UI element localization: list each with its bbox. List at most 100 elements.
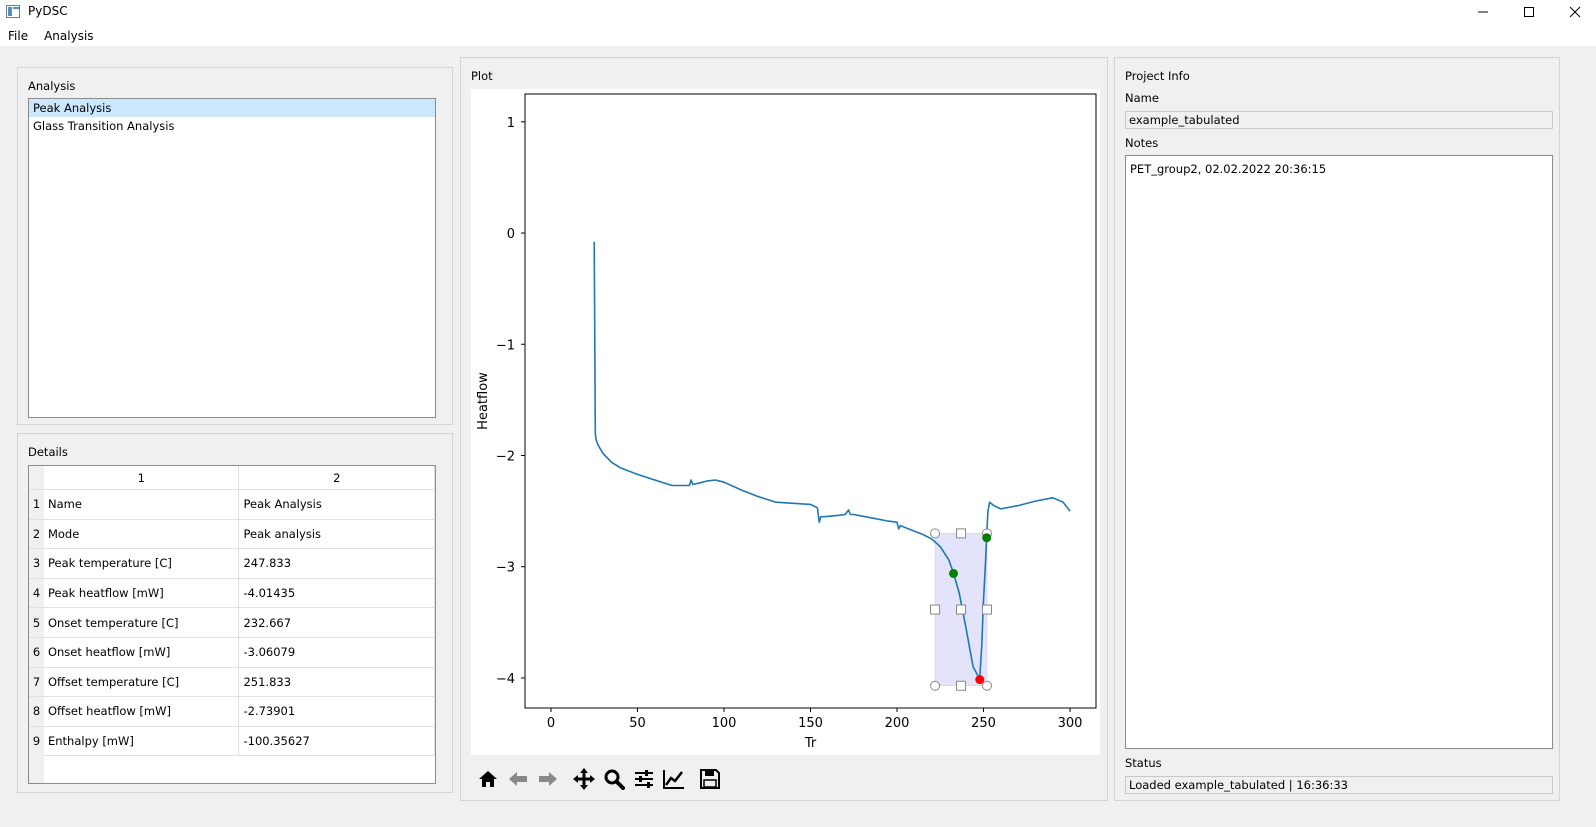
x-tick-label: 200 — [885, 716, 910, 731]
row-header[interactable]: 4 — [29, 578, 44, 608]
table-row[interactable]: 1 Name Peak Analysis — [29, 490, 435, 520]
row-value-cell[interactable]: -4.01435 — [239, 578, 435, 608]
x-axis-label: Tr — [804, 736, 817, 751]
table-row[interactable]: 5 Onset temperature [C] 232.667 — [29, 608, 435, 638]
table-row[interactable]: 2 Mode Peak analysis — [29, 519, 435, 550]
column-header-1[interactable]: 1 — [44, 466, 240, 489]
save-icon — [700, 769, 720, 789]
pan-icon — [573, 768, 595, 790]
row-header[interactable]: 2 — [29, 519, 44, 549]
row-value-cell[interactable]: Peak analysis — [239, 519, 435, 549]
table-row[interactable]: 9 Enthalpy [mW] -100.35627 — [29, 726, 435, 757]
selection-corner-handle — [930, 528, 941, 539]
data-marker — [975, 675, 985, 685]
menu-analysis[interactable]: Analysis — [36, 24, 101, 46]
project-info-panel: Project Info Name example_tabulated Note… — [1114, 57, 1560, 801]
edit-axis-button[interactable] — [659, 764, 689, 794]
configure-subplots-button[interactable] — [629, 764, 659, 794]
row-header[interactable]: 8 — [29, 697, 44, 726]
menu-bar: File Analysis — [0, 24, 1596, 46]
row-key-cell[interactable]: Enthalpy [mW] — [44, 726, 240, 756]
heatflow-chart[interactable]: 0 50 100 150 200 250 300 1 0 −1 −2 −3 −4 Tr Heatflow — [471, 89, 1100, 755]
x-tick-label: 250 — [971, 716, 996, 731]
row-header[interactable]: 6 — [29, 637, 44, 667]
row-value-cell[interactable]: -3.06079 — [239, 637, 435, 667]
title-bar: PyDSC — [0, 0, 1596, 24]
row-key-cell[interactable]: Peak temperature [C] — [44, 549, 240, 578]
details-panel: Details 1 2 1 Name Peak Analysis 2 Mode Peak … — [17, 433, 453, 793]
name-field[interactable]: example_tabulated — [1125, 111, 1553, 129]
row-header[interactable]: 7 — [29, 667, 44, 697]
minimize-button[interactable] — [1460, 0, 1506, 24]
back-button[interactable] — [503, 764, 533, 794]
plot-toolbar — [473, 762, 725, 796]
back-arrow-icon — [509, 772, 527, 786]
table-row[interactable]: 4 Peak heatflow [mW] -4.01435 — [29, 578, 435, 609]
selection-edge-handle — [956, 528, 967, 539]
window-title: PyDSC — [28, 4, 68, 18]
table-corner[interactable] — [29, 466, 44, 489]
details-panel-label: Details — [28, 445, 68, 459]
y-tick-label: −3 — [496, 561, 515, 576]
save-figure-button[interactable] — [695, 764, 725, 794]
row-key-cell[interactable]: Offset temperature [C] — [44, 667, 240, 697]
y-tick-label: 1 — [507, 116, 515, 131]
pan-button[interactable] — [569, 764, 599, 794]
status-field: Loaded example_tabulated | 16:36:33 — [1125, 776, 1553, 794]
analysis-panel: Analysis Peak Analysis Glass Transition … — [17, 67, 453, 425]
series-line — [593, 241, 1071, 680]
table-body: 1 Name Peak Analysis 2 Mode Peak analysis 3 Pea… — [29, 490, 435, 757]
zoom-icon — [604, 769, 625, 790]
configure-subplots-icon — [635, 770, 653, 788]
row-key-cell[interactable]: Onset heatflow [mW] — [44, 637, 240, 667]
close-icon — [1569, 6, 1581, 18]
data-marker — [949, 568, 959, 578]
plot-panel: Plot 0 50 100 150 200 250 300 1 0 −1 −2 −3 −4 Tr Heatf… — [460, 57, 1108, 801]
row-key-cell[interactable]: Name — [44, 490, 240, 519]
analysis-item-glass-transition[interactable]: Glass Transition Analysis — [29, 117, 435, 135]
row-key-cell[interactable]: Mode — [44, 519, 240, 549]
x-tick-label: 100 — [712, 716, 737, 731]
minimize-icon — [1478, 11, 1488, 13]
close-button[interactable] — [1552, 0, 1596, 24]
row-value-cell[interactable]: 251.833 — [239, 667, 435, 697]
table-header: 1 2 — [29, 466, 435, 490]
zoom-button[interactable] — [599, 764, 629, 794]
name-label: Name — [1125, 91, 1159, 105]
row-key-cell[interactable]: Offset heatflow [mW] — [44, 697, 240, 726]
row-key-cell[interactable]: Onset temperature [C] — [44, 608, 240, 637]
row-value-cell[interactable]: 247.833 — [239, 549, 435, 578]
column-header-2[interactable]: 2 — [239, 466, 435, 489]
x-tick-label: 300 — [1058, 716, 1083, 731]
row-header[interactable]: 5 — [29, 608, 44, 637]
home-button[interactable] — [473, 764, 503, 794]
selection-edge-handle — [981, 604, 992, 615]
selection-edge-handle — [930, 604, 941, 615]
row-value-cell[interactable]: -2.73901 — [239, 697, 435, 726]
row-key-cell[interactable]: Peak heatflow [mW] — [44, 578, 240, 608]
row-value-cell[interactable]: 232.667 — [239, 608, 435, 637]
selection-corner-handle — [930, 680, 941, 691]
menu-file[interactable]: File — [0, 24, 36, 46]
maximize-button[interactable] — [1506, 0, 1552, 24]
row-header[interactable]: 3 — [29, 549, 44, 578]
plot-canvas[interactable]: 0 50 100 150 200 250 300 1 0 −1 −2 −3 −4 Tr Heatflow — [471, 89, 1100, 755]
project-info-label: Project Info — [1125, 69, 1190, 83]
row-value-cell[interactable]: -100.35627 — [239, 726, 435, 756]
table-row[interactable]: 7 Offset temperature [C] 251.833 — [29, 667, 435, 698]
y-axis-label: Heatflow — [476, 372, 491, 430]
row-header[interactable]: 1 — [29, 490, 44, 519]
notes-textarea[interactable]: PET_group2, 02.02.2022 20:36:15 — [1125, 155, 1553, 749]
analysis-panel-label: Analysis — [28, 79, 76, 93]
forward-button[interactable] — [533, 764, 563, 794]
table-row[interactable]: 8 Offset heatflow [mW] -2.73901 — [29, 697, 435, 727]
table-row[interactable]: 3 Peak temperature [C] 247.833 — [29, 549, 435, 579]
edit-axis-icon — [663, 770, 684, 789]
analysis-list[interactable]: Peak Analysis Glass Transition Analysis — [28, 98, 436, 418]
table-row[interactable]: 6 Onset heatflow [mW] -3.06079 — [29, 637, 435, 668]
row-header[interactable]: 9 — [29, 726, 44, 756]
analysis-item-peak[interactable]: Peak Analysis — [29, 99, 435, 117]
selection-corner-handle — [981, 680, 992, 691]
details-table: 1 2 1 Name Peak Analysis 2 Mode Peak analysis… — [28, 465, 436, 784]
row-value-cell[interactable]: Peak Analysis — [239, 490, 435, 519]
